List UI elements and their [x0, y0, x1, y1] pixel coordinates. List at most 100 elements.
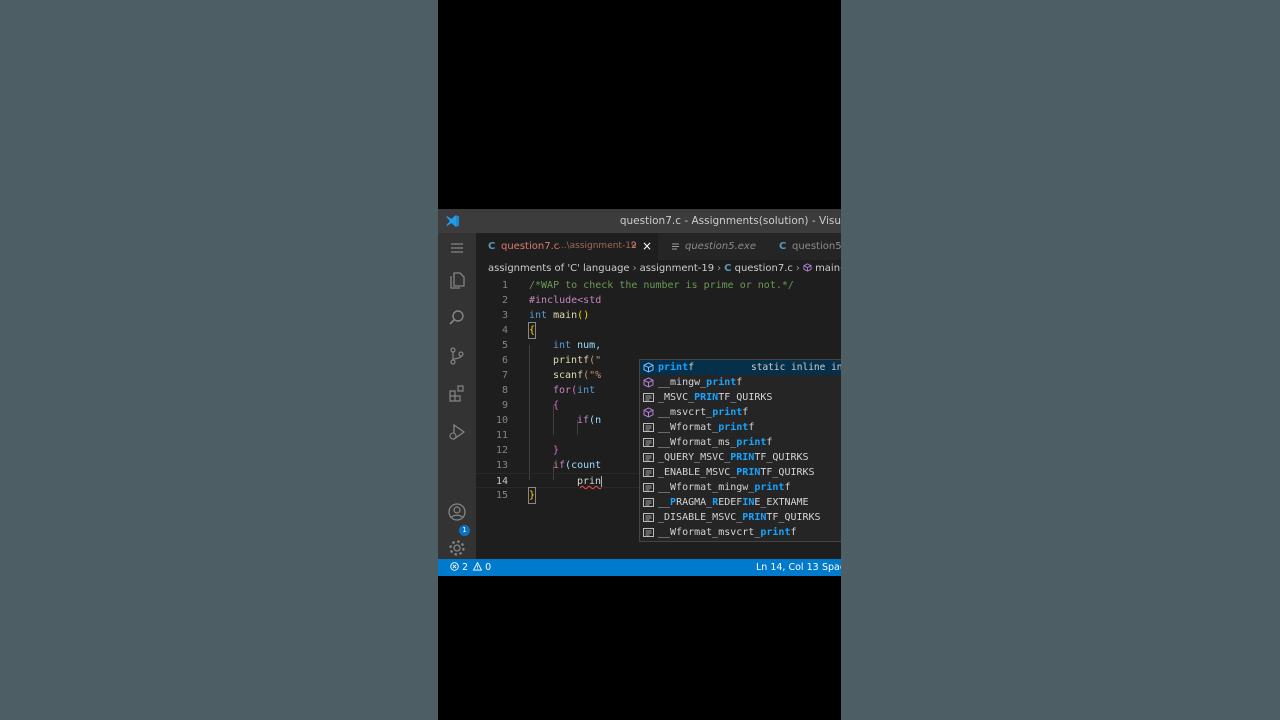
extensions-icon[interactable] — [446, 383, 468, 405]
run-debug-icon[interactable] — [446, 421, 468, 443]
breadcrumb-folder[interactable]: assignment-19 — [640, 263, 715, 274]
error-icon — [450, 562, 459, 571]
line-number: 11 — [495, 430, 508, 441]
warning-icon — [472, 561, 483, 571]
tab-question5-exe[interactable]: question5.exe — [659, 233, 762, 260]
tab-filename: question5.c — [792, 241, 841, 252]
suggestion-item[interactable]: _QUERY_MSVC_PRINTF_QUIRKS — [640, 450, 841, 465]
tab-path: ...\assignment-19 — [558, 241, 637, 251]
suggestion-item[interactable]: __Wformat_ms_printf — [640, 435, 841, 450]
code-token: printf — [553, 355, 590, 366]
suggestion-item[interactable]: __Wformat_printf — [640, 420, 841, 435]
suggestion-match: print — [658, 362, 689, 373]
vscode-window: question7.c - Assignments(solution) - Vi… — [438, 209, 841, 576]
suggestion-label: __msvcrt_ — [658, 407, 713, 418]
code-token: int — [529, 310, 548, 321]
text-snippet-icon — [643, 513, 654, 522]
manage-gear-icon[interactable] — [446, 537, 468, 559]
code-token: int — [577, 385, 596, 396]
editor-tabs: C question7.c ...\assignment-19 2 × ques… — [476, 233, 841, 260]
suggestion-item[interactable]: _DISABLE_MSVC_PRINTF_QUIRKS — [640, 510, 841, 525]
line-number: 2 — [501, 295, 508, 306]
chevron-right-icon: › — [795, 263, 800, 274]
suggestion-match: IN — [742, 497, 755, 508]
suggestion-label: f — [748, 422, 755, 433]
code-text: } — [553, 445, 560, 456]
suggestion-label: f — [736, 377, 743, 388]
close-icon[interactable]: × — [642, 233, 652, 260]
line-number: 1 — [501, 280, 508, 291]
suggestion-label: E_EXTNAME — [754, 497, 809, 508]
line-number: 15 — [495, 490, 508, 501]
code-token: for — [553, 385, 572, 396]
indentation-indicator[interactable]: Spac — [822, 559, 841, 576]
text-snippet-icon — [643, 528, 654, 537]
suggestion-match: PRIN — [742, 512, 767, 523]
code-line: 1 /*WAP to check the number is prime or n… — [476, 278, 841, 293]
suggestion-label: f — [688, 362, 695, 373]
code-token: scanf — [553, 370, 584, 381]
text-snippet-icon — [643, 498, 654, 507]
line-number: 13 — [495, 460, 508, 471]
code-token: if — [553, 460, 566, 471]
suggestion-label: _QUERY_MSVC_ — [658, 452, 731, 463]
breadcrumb-symbol[interactable]: main() — [815, 263, 841, 274]
code-line: 5 int num, — [476, 338, 841, 353]
search-icon[interactable] — [446, 307, 468, 329]
suggestion-label: RAGMA_ — [676, 497, 713, 508]
line-number: 14 — [495, 476, 508, 487]
suggestion-item[interactable]: __msvcrt_printf — [640, 405, 841, 420]
code-line: 3 int main() — [476, 308, 841, 323]
suggestion-match: PRIN — [736, 467, 761, 478]
cursor-position[interactable]: Ln 14, Col 13 — [756, 559, 819, 576]
line-number: 6 — [501, 355, 508, 366]
suggestion-match: print — [760, 527, 791, 538]
suggestion-label: __Wformat_msvcrt_ — [658, 527, 761, 538]
suggestion-item[interactable]: _MSVC_PRINTF_QUIRKS — [640, 390, 841, 405]
suggestion-label: _DISABLE_MSVC_ — [658, 512, 743, 523]
code-editor[interactable]: 1 /*WAP to check the number is prime or n… — [476, 278, 841, 559]
suggestion-label: __Wformat_ — [658, 422, 719, 433]
suggestion-match: print — [706, 377, 737, 388]
problems-indicator[interactable]: 2 0 — [450, 559, 491, 576]
code-line: 4{ — [476, 322, 841, 339]
suggestion-match: print — [754, 482, 785, 493]
suggestion-label: __ — [658, 497, 671, 508]
code-token: if — [577, 415, 590, 426]
tab-filename: question7.c — [501, 241, 560, 252]
code-token: (count — [565, 460, 602, 471]
suggestion-label: TF_QUIRKS — [754, 452, 809, 463]
tab-question5-c[interactable]: C question5.c — [763, 233, 841, 260]
suggestion-detail: static inline int printf( — [751, 362, 841, 373]
tab-question7-c[interactable]: C question7.c ...\assignment-19 2 × — [476, 233, 658, 260]
menu-icon[interactable] — [446, 237, 468, 259]
suggestion-item[interactable]: __PRAGMA_REDEFINE_EXTNAME — [640, 495, 841, 510]
breadcrumb-file[interactable]: question7.c — [735, 263, 793, 274]
suggestion-label: TF_QUIRKS — [760, 467, 815, 478]
suggestion-item[interactable]: __Wformat_msvcrt_printf — [640, 525, 841, 540]
suggestion-item[interactable]: printf static inline int printf( — [640, 360, 841, 375]
function-cube-icon — [643, 407, 654, 418]
code-text: { — [553, 400, 560, 411]
line-number: 7 — [501, 370, 508, 381]
accounts-icon[interactable] — [446, 501, 468, 523]
suggestion-item[interactable]: __mingw_printf — [640, 375, 841, 390]
suggestion-match: PRIN — [694, 392, 719, 403]
accounts-badge: 1 — [459, 525, 470, 536]
suggestion-label: _MSVC_ — [658, 392, 695, 403]
suggestion-item[interactable]: __Wformat_mingw_printf — [640, 480, 841, 495]
text-snippet-icon — [643, 468, 654, 477]
suggestion-match: PRIN — [730, 452, 755, 463]
tab-problem-count: 2 — [631, 241, 637, 251]
explorer-icon[interactable] — [446, 269, 468, 291]
source-control-icon[interactable] — [446, 345, 468, 367]
code-text: /*WAP to check the number is prime or no… — [529, 280, 794, 291]
suggestion-label: f — [790, 527, 797, 538]
suggestion-item[interactable]: _ENABLE_MSVC_PRINTF_QUIRKS — [640, 465, 841, 480]
code-line: 2 #include<std — [476, 293, 841, 308]
file-lines-icon — [672, 243, 679, 250]
code-text: prin — [577, 476, 602, 487]
breadcrumb-folder[interactable]: assignments of 'C' language — [488, 263, 630, 274]
suggestion-match: print — [712, 407, 743, 418]
title-bar: question7.c - Assignments(solution) - Vi… — [438, 209, 841, 233]
